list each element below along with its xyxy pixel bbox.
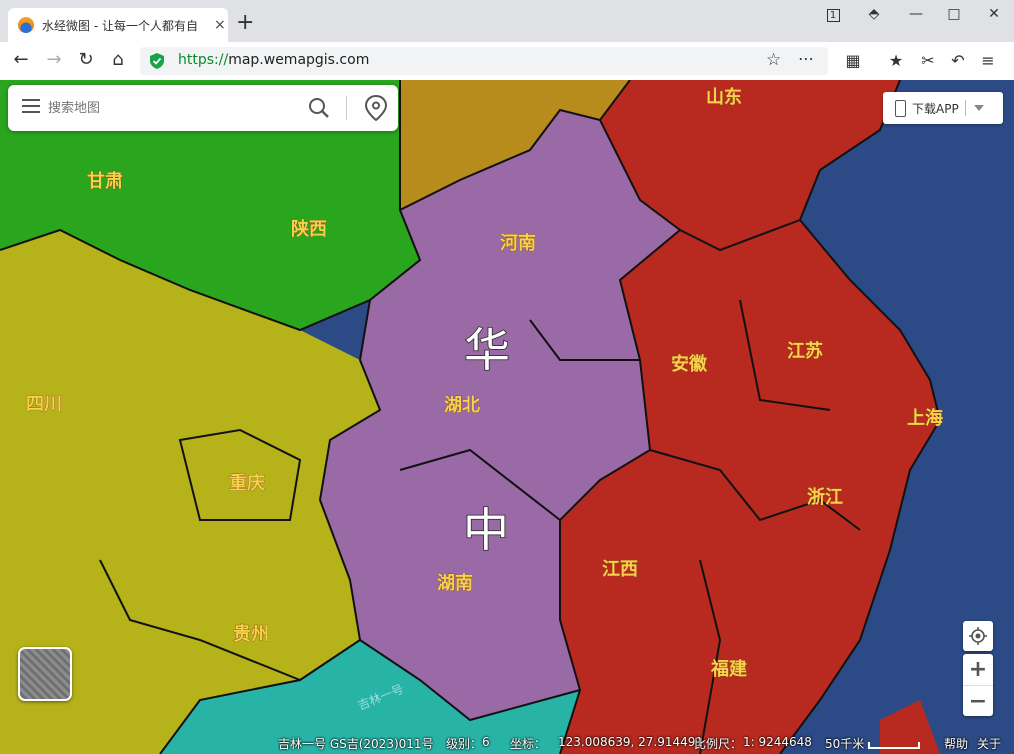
province-label: 重庆	[229, 472, 265, 494]
about-link[interactable]: 关于	[977, 735, 1001, 752]
minimize-icon[interactable]: —	[904, 6, 928, 22]
region-label: 华	[464, 323, 510, 377]
province-label: 福建	[710, 658, 747, 680]
coord-value: 123.008639, 27.914491	[558, 735, 704, 749]
forward-icon[interactable]: →	[43, 50, 65, 70]
province-labels: 山东甘肃陕西河南湖北湖南 安徽 江苏上海浙江江西福建 四川重庆贵州 华中吉林一号	[26, 86, 944, 713]
close-window-icon[interactable]: ✕	[982, 6, 1006, 22]
scale-distance: 50千米	[825, 737, 865, 751]
back-icon[interactable]: ←	[10, 50, 32, 70]
tab-counter: 1	[826, 9, 840, 22]
province-label: 河南	[500, 232, 536, 254]
province-label: 上海	[907, 407, 943, 429]
province-label: 江苏	[787, 340, 823, 362]
imagery-source: 吉林一号 GS吉(2023)011号	[278, 737, 434, 751]
tab-close-button[interactable]: ×	[214, 17, 226, 33]
url-text: https://map.wemapgis.com	[178, 52, 370, 68]
province-label: 安徽	[671, 353, 708, 375]
search-input[interactable]	[46, 95, 300, 121]
reload-icon[interactable]: ↻	[75, 50, 97, 70]
secure-shield-icon	[150, 53, 164, 69]
browser-menu-icon[interactable]: ≡	[977, 51, 999, 70]
location-pin-icon[interactable]	[365, 95, 387, 121]
zoom-out-button[interactable]: −	[963, 686, 993, 717]
download-app-label: 下载APP	[912, 101, 959, 116]
province-label: 四川	[26, 394, 62, 415]
province-label: 贵州	[233, 624, 269, 645]
apps-grid-icon[interactable]: ▦	[842, 51, 864, 70]
region-label: 中	[463, 503, 509, 557]
chevron-down-icon[interactable]	[973, 105, 984, 111]
province-label: 陕西	[291, 218, 327, 240]
skin-icon[interactable]: ⬘	[862, 6, 886, 22]
address-toolbar: ← → ↻ ⌂ https://map.wemapgis.com ☆ ⋯ ▦ ★…	[0, 42, 1014, 81]
province-label: 浙江	[807, 486, 843, 508]
province-label: 湖南	[437, 572, 473, 594]
coord-label: 坐标：	[510, 737, 547, 751]
level-value: 6	[482, 735, 490, 749]
undo-icon[interactable]: ↶	[947, 51, 969, 70]
province-label: 山东	[706, 86, 742, 108]
more-options-icon[interactable]: ⋯	[798, 49, 815, 68]
download-app-button[interactable]: 下载APP	[883, 92, 1003, 124]
tab-title: 水经微图 - 让每一个人都有自	[42, 18, 198, 33]
maximize-icon[interactable]: □	[942, 6, 966, 22]
tab-counter-icon[interactable]: 1	[821, 6, 845, 22]
province-label: 江西	[602, 559, 638, 580]
zoom-control: + −	[963, 654, 993, 716]
scale-label: 比例尺：	[694, 737, 743, 751]
basemap-layer-button[interactable]	[18, 647, 72, 701]
locate-button[interactable]	[963, 621, 993, 651]
province-label: 甘肃	[87, 170, 123, 192]
phone-icon	[895, 99, 906, 117]
search-icon[interactable]	[308, 97, 330, 119]
menu-icon[interactable]	[22, 99, 40, 113]
new-tab-button[interactable]: +	[236, 12, 254, 34]
search-panel	[8, 85, 398, 131]
status-bar: 吉林一号 GS吉(2023)011号 级别： 6 坐标： 123.008639,…	[0, 732, 1014, 754]
crosshair-icon	[969, 627, 987, 645]
scale-bar	[868, 742, 920, 749]
site-logo-icon	[18, 17, 34, 33]
map-canvas[interactable]: 山东甘肃陕西河南湖北湖南 安徽 江苏上海浙江江西福建 四川重庆贵州 华中吉林一号	[0, 80, 1014, 754]
help-link[interactable]: 帮助	[944, 735, 968, 752]
browser-tab[interactable]: 水经微图 - 让每一个人都有自 ×	[8, 8, 228, 42]
url-field[interactable]: https://map.wemapgis.com ☆ ⋯	[140, 47, 828, 75]
scale-ratio: 1: 9244648	[743, 735, 812, 749]
favorites-icon[interactable]: ★	[885, 51, 907, 70]
zoom-in-button[interactable]: +	[963, 654, 993, 686]
screenshot-scissors-icon[interactable]: ✂	[917, 51, 939, 70]
search-divider	[346, 96, 347, 120]
level-label: 级别：	[446, 737, 483, 751]
province-label: 湖北	[444, 395, 480, 416]
imagery-watermark: 吉林一号	[356, 682, 406, 713]
download-divider	[964, 100, 966, 116]
home-icon[interactable]: ⌂	[107, 50, 129, 70]
bookmark-star-icon[interactable]: ☆	[766, 50, 781, 70]
browser-titlebar: 水经微图 - 让每一个人都有自 × + 1 ⬘ — □ ✕	[0, 0, 1014, 42]
